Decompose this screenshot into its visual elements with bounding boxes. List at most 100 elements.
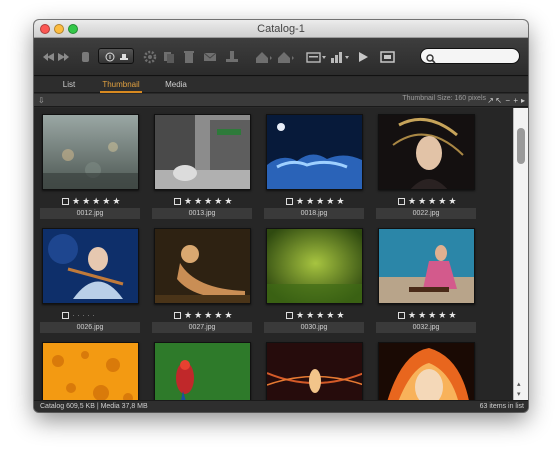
tab-thumbnail[interactable]: Thumbnail	[98, 77, 144, 93]
shrink-icon[interactable]: ↖	[495, 94, 502, 107]
star-icon[interactable]: ★	[112, 196, 120, 206]
star-icon[interactable]: ★	[214, 196, 222, 206]
select-checkbox[interactable]	[398, 198, 405, 206]
star-icon[interactable]: ★	[194, 310, 202, 320]
star-icon[interactable]: ★	[326, 310, 334, 320]
expand-icon[interactable]: ↗	[487, 94, 494, 107]
star-icon[interactable]: ★	[204, 310, 212, 320]
arrow-forward-icon[interactable]	[56, 47, 70, 67]
tab-media[interactable]: Media	[162, 77, 190, 93]
scroll-down-arrow[interactable]: ▾	[517, 390, 521, 398]
arrow-back-icon[interactable]	[42, 47, 56, 67]
thumbnail-image[interactable]	[154, 228, 251, 304]
star-icon[interactable]: ★	[72, 196, 80, 206]
thumbnail-image[interactable]	[378, 114, 475, 190]
star-icon[interactable]: ·	[72, 310, 75, 320]
view-options-icon[interactable]	[306, 47, 328, 67]
thumbnail-image[interactable]	[42, 228, 139, 304]
star-icon[interactable]: ★	[306, 310, 314, 320]
thumbnail-image[interactable]	[42, 342, 139, 400]
star-icon[interactable]: ★	[448, 196, 456, 206]
settings-icon[interactable]	[142, 47, 158, 67]
star-icon[interactable]: ★	[92, 196, 100, 206]
vertical-scrollbar[interactable]: ▴ ▾	[513, 108, 528, 400]
thumbnail-image[interactable]	[266, 228, 363, 304]
file-name-label: 0027.jpg	[152, 322, 252, 333]
star-icon[interactable]: ★	[438, 310, 446, 320]
star-icon[interactable]: ·	[92, 310, 95, 320]
search-input[interactable]	[439, 50, 515, 62]
select-checkbox[interactable]	[398, 312, 405, 320]
star-icon[interactable]: ★	[428, 196, 436, 206]
folder-icon[interactable]	[276, 47, 296, 67]
star-icon[interactable]: ★	[204, 196, 212, 206]
import-icon[interactable]	[224, 47, 240, 67]
file-name-label: 0013.jpg	[152, 208, 252, 219]
star-icon[interactable]: ★	[306, 196, 314, 206]
select-checkbox[interactable]	[174, 312, 181, 320]
search-field[interactable]	[420, 48, 520, 64]
search-icon	[426, 51, 436, 69]
info-toggle-button[interactable]	[98, 48, 134, 64]
star-icon[interactable]: ★	[184, 310, 192, 320]
star-icon[interactable]: ★	[438, 196, 446, 206]
star-icon[interactable]: ★	[418, 196, 426, 206]
star-icon[interactable]: ★	[336, 310, 344, 320]
star-icon[interactable]: ★	[184, 196, 192, 206]
file-name-label: 0030.jpg	[264, 322, 364, 333]
hand-icon[interactable]	[78, 47, 92, 67]
star-icon[interactable]: ★	[316, 196, 324, 206]
thumbnail-image[interactable]	[378, 342, 475, 400]
size-increase-button[interactable]: +	[513, 94, 518, 107]
select-checkbox[interactable]	[62, 312, 69, 320]
star-icon[interactable]: ★	[418, 310, 426, 320]
select-checkbox[interactable]	[174, 198, 181, 206]
thumbnail-image[interactable]	[266, 114, 363, 190]
star-icon[interactable]: ·	[82, 310, 85, 320]
item-count-text: 63 items in list	[479, 403, 524, 410]
star-icon[interactable]: ★	[326, 196, 334, 206]
star-icon[interactable]: ★	[408, 196, 416, 206]
fullscreen-icon[interactable]	[380, 47, 396, 67]
star-icon[interactable]: ★	[316, 310, 324, 320]
size-menu-icon[interactable]: ▸	[521, 94, 525, 107]
scrollbar-thumb[interactable]	[517, 128, 525, 164]
scroll-up-arrow[interactable]: ▴	[517, 380, 521, 388]
stats-icon[interactable]	[330, 47, 352, 67]
rating-row: ★ ★ ★ ★ ★	[398, 310, 458, 320]
star-icon[interactable]: ★	[408, 310, 416, 320]
file-name-label: 0026.jpg	[40, 322, 140, 333]
star-icon[interactable]: ·	[87, 310, 90, 320]
sort-icon[interactable]: ⇩	[38, 94, 45, 107]
rating-row: · · · · ·	[62, 310, 97, 320]
thumbnail-image[interactable]	[42, 114, 139, 190]
star-icon[interactable]: ·	[77, 310, 80, 320]
star-icon[interactable]: ★	[102, 196, 110, 206]
star-icon[interactable]: ★	[194, 196, 202, 206]
star-icon[interactable]: ★	[428, 310, 436, 320]
star-icon[interactable]: ★	[82, 196, 90, 206]
copy-icon[interactable]	[162, 47, 176, 67]
star-icon[interactable]: ★	[296, 310, 304, 320]
thumbnail-image[interactable]	[266, 342, 363, 400]
home-icon[interactable]	[254, 47, 274, 67]
thumbnail-grid: ★ ★ ★ ★ ★ 0012.jpg ★ ★ ★ ★ ★ 0013.jpg ★ ★ ★ ★ ★ 0018.jpg ★…	[34, 108, 513, 400]
select-checkbox[interactable]	[286, 198, 293, 206]
star-icon[interactable]: ★	[224, 310, 232, 320]
size-decrease-button[interactable]: −	[505, 94, 510, 107]
star-icon[interactable]: ★	[336, 196, 344, 206]
mail-icon[interactable]	[202, 47, 218, 67]
star-icon[interactable]: ★	[296, 196, 304, 206]
thumbnail-image[interactable]	[154, 342, 251, 400]
star-icon[interactable]: ★	[448, 310, 456, 320]
trash-icon[interactable]	[182, 47, 196, 67]
play-icon[interactable]	[356, 47, 370, 67]
tab-list[interactable]: List	[56, 77, 82, 93]
star-icon[interactable]: ★	[224, 196, 232, 206]
star-icon[interactable]: ★	[214, 310, 222, 320]
thumbnail-image[interactable]	[378, 228, 475, 304]
file-name-label: 0032.jpg	[376, 322, 476, 333]
select-checkbox[interactable]	[286, 312, 293, 320]
select-checkbox[interactable]	[62, 198, 69, 206]
thumbnail-image[interactable]	[154, 114, 251, 190]
